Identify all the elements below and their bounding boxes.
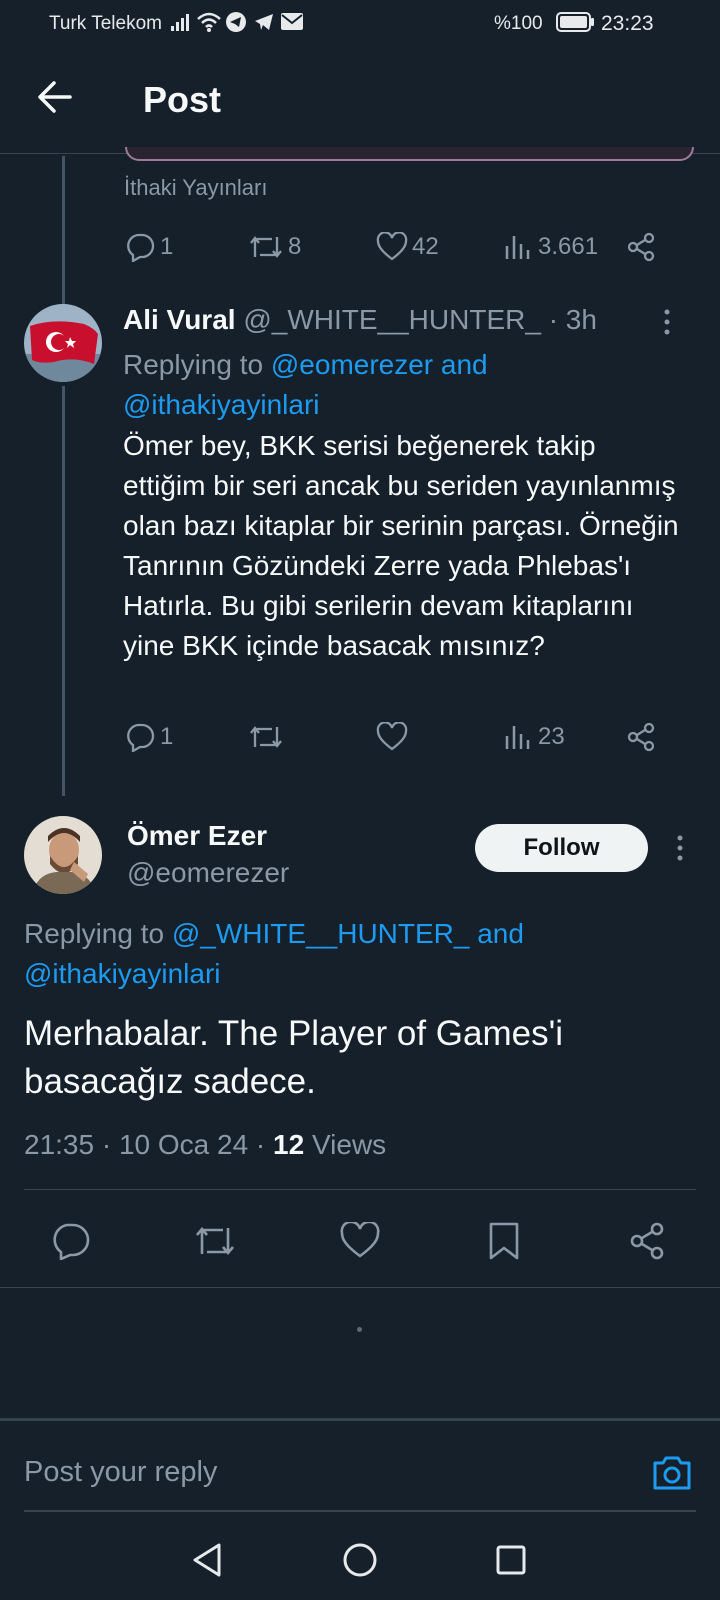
post-author-line: Ali Vural @_WHITE__HUNTER_ · 3h — [123, 304, 597, 336]
card-source: İthaki Yayınları — [124, 175, 268, 200]
views-icon — [504, 232, 534, 262]
follow-button[interactable]: Follow — [475, 824, 648, 872]
author-name[interactable]: Ömer Ezer — [127, 820, 267, 852]
bookmark-icon — [487, 1221, 521, 1261]
signal-icon — [170, 12, 190, 32]
nav-recents-icon[interactable] — [496, 1545, 526, 1575]
camera-icon[interactable] — [651, 1454, 693, 1492]
status-bar: Turk Telekom %100 23:23 — [0, 0, 720, 46]
views-count: 23 — [538, 723, 565, 750]
mention-link[interactable]: @ithakiyayinlari — [24, 958, 221, 989]
author-handle[interactable]: @_WHITE__HUNTER_ — [243, 304, 541, 335]
like-count: 42 — [412, 233, 439, 260]
thread-line — [62, 386, 65, 796]
media-card-edge[interactable] — [125, 147, 694, 161]
views-count[interactable]: 12 — [273, 1129, 304, 1160]
carrier-label: Turk Telekom — [49, 13, 162, 34]
share-icon — [626, 722, 656, 752]
repost-button[interactable]: 8 — [248, 232, 301, 262]
reply-input-underline — [24, 1510, 696, 1512]
heart-icon — [376, 722, 408, 752]
views-button[interactable]: 23 — [504, 722, 565, 752]
reply-button[interactable]: 1 — [124, 232, 173, 262]
like-button[interactable] — [376, 722, 408, 752]
divider — [24, 1189, 696, 1190]
clock: 23:23 — [601, 12, 654, 35]
page-title: Post — [143, 79, 222, 120]
views-label[interactable]: Views — [304, 1129, 386, 1160]
author-handle[interactable]: @eomerezer — [127, 857, 289, 889]
battery-icon — [556, 12, 596, 32]
wifi-icon — [196, 11, 222, 33]
avatar[interactable] — [24, 816, 102, 894]
reply-icon — [50, 1222, 90, 1260]
share-button[interactable] — [628, 1221, 666, 1261]
thread-line — [62, 156, 65, 306]
back-arrow-icon[interactable] — [36, 80, 74, 114]
replying-to: Replying to @_WHITE__HUNTER_ and @ithaki… — [24, 918, 524, 989]
views-icon — [504, 722, 534, 752]
author-name[interactable]: Ali Vural — [123, 304, 236, 335]
mail-icon — [281, 13, 303, 30]
reply-input[interactable]: Post your reply — [24, 1456, 624, 1489]
more-options-icon[interactable] — [652, 307, 682, 337]
reply-count: 1 — [160, 723, 174, 750]
repost-count: 8 — [288, 233, 302, 260]
views-count: 3.661 — [538, 233, 599, 260]
nav-home-icon[interactable] — [343, 1543, 377, 1577]
repost-button[interactable] — [193, 1222, 237, 1260]
mention-link[interactable]: @ithakiyayinlari — [123, 389, 320, 420]
more-options-icon[interactable] — [665, 833, 695, 863]
avatar[interactable] — [24, 304, 102, 382]
post-body: Ömer bey, BKK serisi beğenerek takip ett… — [123, 430, 679, 661]
loading-indicator — [357, 1327, 362, 1332]
battery-label: %100 — [494, 13, 543, 34]
share-button[interactable] — [626, 232, 656, 262]
divider — [0, 1418, 720, 1421]
reply-button[interactable]: 1 — [124, 722, 173, 752]
reply-count: 1 — [160, 233, 174, 260]
replying-to: Replying to @eomerezer and @ithakiyayinl… — [123, 349, 488, 420]
mention-link[interactable]: @eomerezer and — [271, 349, 488, 380]
mention-link[interactable]: @_WHITE__HUNTER_ and — [172, 918, 524, 949]
repost-button[interactable] — [248, 722, 284, 752]
post-meta: 21:35 · 10 Oca 24 · 12 Views — [24, 1129, 386, 1161]
reply-button[interactable] — [50, 1222, 90, 1260]
telegram-icon — [226, 12, 246, 32]
repost-icon — [193, 1222, 237, 1260]
like-button[interactable] — [340, 1222, 380, 1260]
top-app-bar: Post — [0, 46, 720, 156]
reply-icon — [124, 232, 156, 262]
post-body: Merhabalar. The Player of Games'i basaca… — [24, 1014, 564, 1101]
divider — [0, 1287, 720, 1288]
telegram-icon — [254, 12, 274, 32]
post-time: · 3h — [548, 304, 597, 335]
views-button[interactable]: 3.661 — [504, 232, 598, 262]
bookmark-button[interactable] — [487, 1221, 521, 1261]
nav-back-icon[interactable] — [191, 1542, 223, 1578]
reply-icon — [124, 722, 156, 752]
like-button[interactable]: 42 — [376, 232, 439, 262]
repost-icon — [248, 722, 284, 752]
post-timestamp: 21:35 · 10 Oca 24 · — [24, 1129, 274, 1160]
repost-icon — [248, 232, 284, 262]
heart-icon — [340, 1222, 380, 1260]
share-button[interactable] — [626, 722, 656, 752]
share-icon — [626, 232, 656, 262]
heart-icon — [376, 232, 408, 262]
share-icon — [628, 1221, 666, 1261]
